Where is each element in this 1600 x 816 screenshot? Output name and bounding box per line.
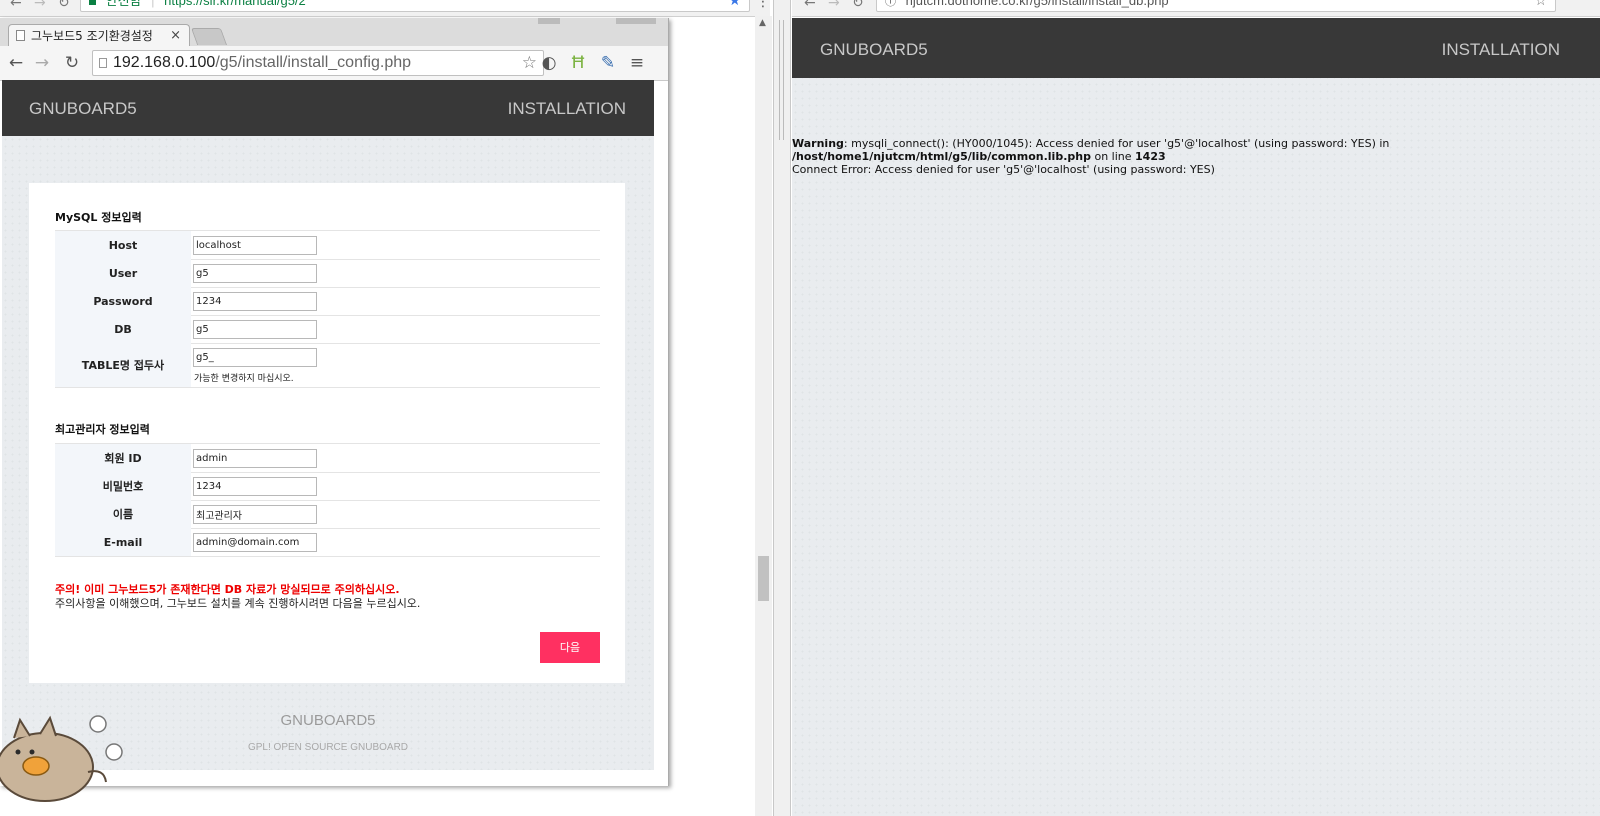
browser-window-left: 그누보드5 조기환경설정 × ← → ↻ 192.168.0.100/g5/in…	[0, 18, 669, 786]
admin-id-input[interactable]	[193, 449, 317, 468]
form-row-admin-password: 비밀번호	[55, 472, 600, 501]
scrollbar-thumb[interactable]	[758, 556, 769, 601]
field-label: DB	[55, 315, 191, 343]
table-prefix-hint: 가능한 변경하지 마십시오.	[194, 374, 294, 384]
gnuboard-header-right: GNUBOARD5 INSTALLATION	[792, 18, 1600, 78]
admin-form-table: 회원 ID 비밀번호 이름 E-mail	[55, 443, 600, 557]
outer-toolbar-left: ← → ↻ 안전함 | https://sir.kr/manual/g5/2 ★…	[0, 0, 770, 17]
field-label: 비밀번호	[55, 472, 191, 500]
file-path: /host/home1/njutcm/html/g5/lib/common.li…	[792, 150, 1091, 163]
installation-label: INSTALLATION	[507, 99, 626, 118]
field-label: User	[55, 259, 191, 287]
scroll-up-arrow-icon[interactable]: ▲	[759, 18, 766, 28]
contrast-extension-icon[interactable]: ◐	[537, 46, 561, 80]
eyedropper-extension-icon[interactable]: ✎	[596, 46, 620, 80]
field-label: Host	[55, 231, 191, 259]
install-form-card: MySQL 정보입력 Host User Password DB	[29, 183, 625, 683]
form-row-db: DB	[55, 315, 600, 344]
gnuboard-logo: GNUBOARD5	[29, 99, 137, 118]
window-controls-2	[616, 18, 656, 24]
form-row-table-prefix: TABLE명 접두사 가능한 변경하지 마십시오.	[55, 343, 600, 388]
new-tab-button[interactable]	[190, 28, 228, 45]
forward-icon[interactable]: →	[34, 0, 46, 11]
page-icon	[16, 30, 25, 41]
outer-url: https://sir.kr/manual/g5/2	[164, 0, 306, 8]
outer-toolbar-right: ← → ↻ ⓘ njutcm.dothome.co.kr/g5/install/…	[792, 0, 1600, 17]
window-controls	[538, 18, 560, 24]
browser-toolbar: ← → ↻ 192.168.0.100/g5/install/install_c…	[0, 46, 668, 81]
php-warning-message: Warning: mysqli_connect(): (HY000/1045):…	[792, 137, 1389, 150]
admin-name-input[interactable]	[193, 505, 317, 524]
back-icon[interactable]: ←	[10, 0, 22, 11]
form-row-admin-email: E-mail	[55, 528, 600, 557]
url-host: 192.168.0.100	[113, 54, 216, 71]
forward-icon[interactable]: →	[828, 0, 840, 11]
warning-text: : mysqli_connect(): (HY000/1045): Access…	[843, 137, 1390, 150]
address-bar[interactable]: 192.168.0.100/g5/install/install_config.…	[92, 50, 544, 76]
field-label: E-mail	[55, 528, 191, 556]
page-icon	[99, 58, 107, 68]
window-divider	[773, 0, 791, 816]
next-button[interactable]: 다음	[540, 632, 600, 663]
bookmark-star-icon[interactable]: ☆	[1534, 0, 1547, 10]
back-icon[interactable]: ←	[4, 46, 28, 80]
bookmark-star-icon[interactable]: ☆	[522, 51, 537, 75]
security-label: 안전함	[105, 0, 142, 8]
mysql-section-title: MySQL 정보입력	[55, 211, 142, 224]
line-number: 1423	[1135, 150, 1166, 163]
forward-icon[interactable]: →	[30, 46, 54, 80]
field-label: 이름	[55, 500, 191, 528]
field-label: TABLE명 접두사	[55, 343, 191, 387]
menu-icon[interactable]: ⋮	[756, 0, 770, 10]
menu-icon[interactable]: ≡	[625, 46, 649, 80]
form-row-host: Host	[55, 231, 600, 260]
lock-icon	[89, 0, 96, 5]
outer-scrollbar[interactable]: ▲	[755, 16, 772, 816]
url-path: /g5/install/install_config.php	[215, 54, 412, 71]
form-row-user: User	[55, 259, 600, 288]
admin-section-title: 최고관리자 정보입력	[55, 423, 150, 436]
form-row-admin-name: 이름	[55, 500, 600, 529]
info-icon: ⓘ	[885, 0, 896, 8]
back-icon[interactable]: ←	[804, 0, 816, 11]
password-input[interactable]	[193, 292, 317, 311]
tab-title: 그누보드5 조기환경설정	[31, 29, 153, 43]
field-label: Password	[55, 287, 191, 315]
tab-strip: 그누보드5 조기환경설정 ×	[0, 18, 668, 46]
outer-address-bar-right[interactable]: ⓘ njutcm.dothome.co.kr/g5/install/instal…	[876, 0, 1556, 12]
table-prefix-input[interactable]	[193, 348, 317, 367]
admin-email-input[interactable]	[193, 533, 317, 552]
php-warning-location: /host/home1/njutcm/html/g5/lib/common.li…	[792, 150, 1166, 163]
right-page-content: GNUBOARD5 INSTALLATION Warning: mysqli_c…	[792, 18, 1600, 816]
reload-icon[interactable]: ↻	[852, 0, 864, 11]
outer-url-right: njutcm.dothome.co.kr/g5/install/install_…	[905, 0, 1169, 8]
tab-install-config[interactable]: 그누보드5 조기환경설정 ×	[8, 24, 190, 46]
page-content: GNUBOARD5 INSTALLATION MySQL 정보입력 Host U…	[2, 80, 654, 770]
cat-sticker-icon	[0, 712, 130, 812]
db-input[interactable]	[193, 320, 317, 339]
outer-address-bar[interactable]: 안전함 | https://sir.kr/manual/g5/2 ★	[80, 0, 750, 12]
gnuboard-header: GNUBOARD5 INSTALLATION	[2, 80, 654, 136]
connect-error-message: Connect Error: Access denied for user 'g…	[792, 163, 1215, 176]
warning-label: Warning	[792, 137, 844, 150]
ladder-extension-icon[interactable]: Ħ	[566, 46, 590, 80]
confirm-text: 주의사항을 이해했으며, 그누보드 설치를 계속 진행하시려면 다음을 누르십시…	[55, 597, 421, 610]
mysql-form-table: Host User Password DB TABLE명 접두사	[55, 230, 600, 391]
reload-icon[interactable]: ↻	[58, 0, 70, 11]
user-input[interactable]	[193, 264, 317, 283]
host-input[interactable]	[193, 236, 317, 255]
gnuboard-logo-right: GNUBOARD5	[820, 40, 928, 59]
form-row-admin-id: 회원 ID	[55, 444, 600, 473]
on-line-text: on line	[1090, 150, 1136, 163]
reload-icon[interactable]: ↻	[60, 46, 84, 80]
field-label: 회원 ID	[55, 444, 191, 472]
bookmark-star-icon[interactable]: ★	[728, 0, 741, 10]
form-row-password: Password	[55, 287, 600, 316]
tab-close-icon[interactable]: ×	[170, 25, 181, 47]
installation-label-right: INSTALLATION	[1441, 40, 1560, 59]
admin-password-input[interactable]	[193, 477, 317, 496]
